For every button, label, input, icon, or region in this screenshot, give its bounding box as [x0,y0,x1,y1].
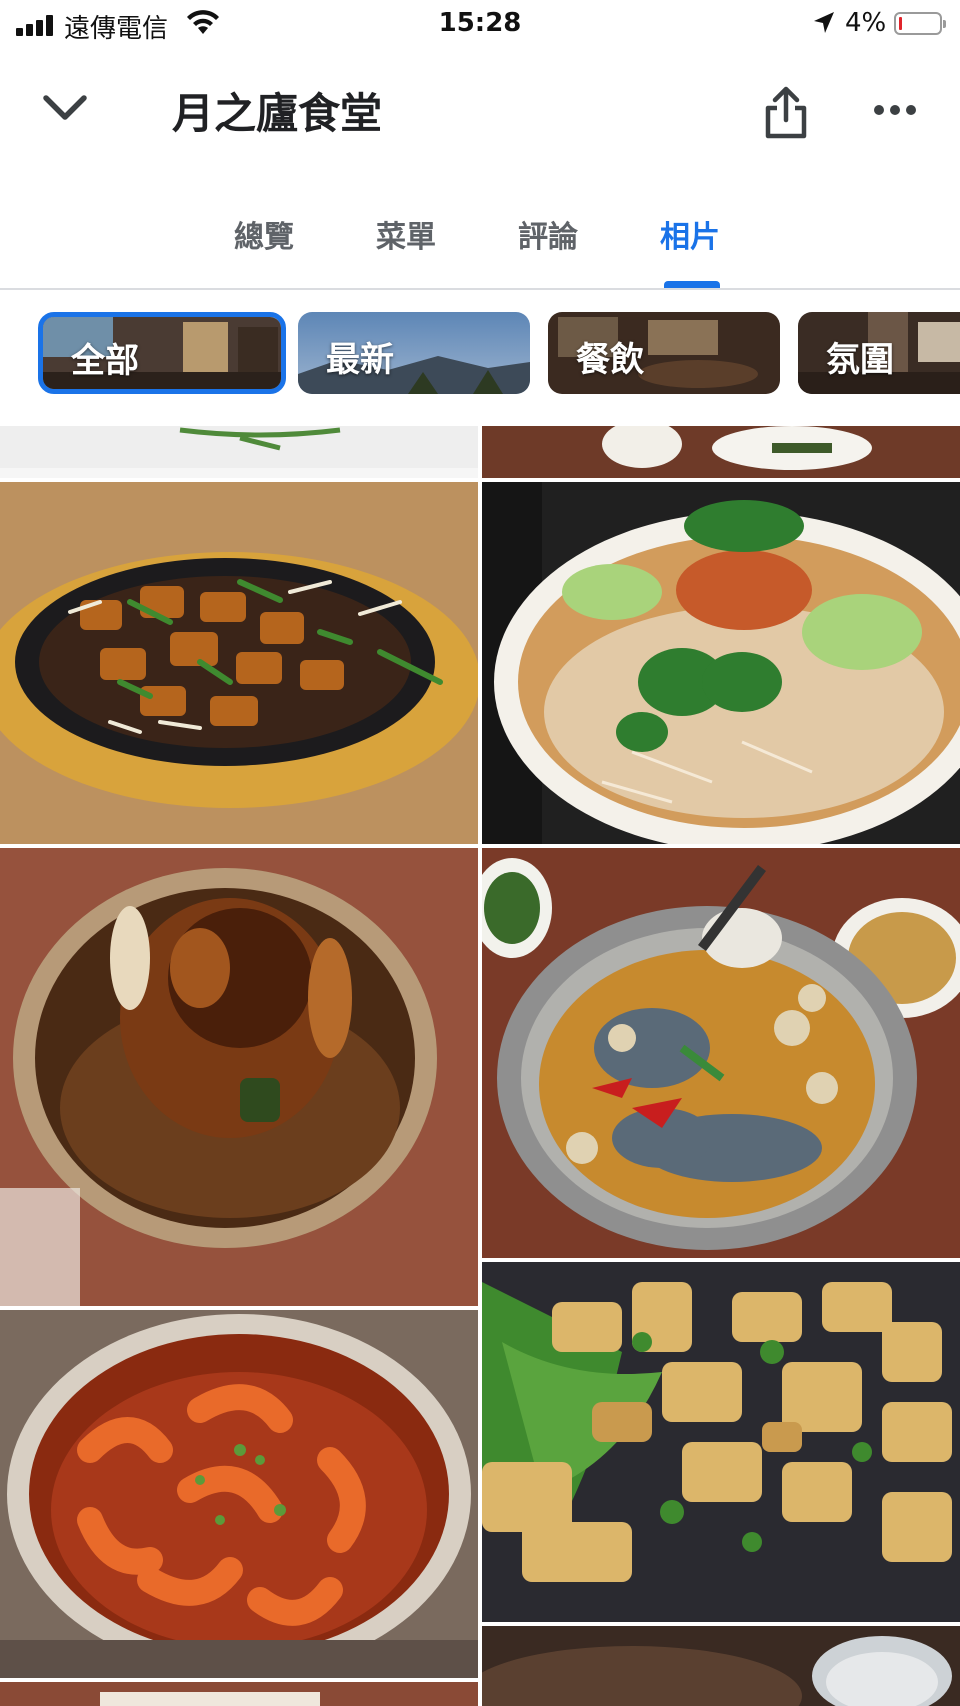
photo-grid [0,426,960,1706]
chevron-down-icon[interactable] [40,88,90,128]
status-bar: 遠傳電信 15:28 4% [0,0,960,50]
photo-tile[interactable] [482,848,960,1258]
battery-percent: 4% [845,8,887,38]
photo-tile-partial[interactable] [482,1626,960,1706]
photo-tile[interactable] [482,1262,960,1622]
chip-label: 餐飲 [576,340,644,380]
chip-latest[interactable]: 最新 [298,312,530,394]
tab-menu[interactable]: 菜單 [376,212,436,256]
chip-all[interactable]: 全部 [38,312,286,394]
more-icon[interactable] [870,98,920,122]
chip-food[interactable]: 餐飲 [548,312,780,394]
page-title: 月之廬食堂 [172,89,383,138]
chip-label: 全部 [71,341,139,381]
location-arrow-icon [814,12,834,33]
photo-tile[interactable] [0,848,478,1306]
tab-overview[interactable]: 總覽 [234,212,294,256]
tab-photos[interactable]: 相片 [660,212,720,256]
app-bar: 月之廬食堂 [0,50,960,170]
tab-bar: 總覽 菜單 評論 相片 [0,200,960,290]
photo-tile[interactable] [0,482,478,844]
photo-tile[interactable] [482,482,960,844]
tab-reviews[interactable]: 評論 [518,212,578,256]
active-tab-indicator [664,281,720,288]
chip-label: 氛圍 [826,340,894,380]
share-icon[interactable] [762,86,810,140]
photo-category-chips: 全部 最新 餐飲 氛圍 [0,296,960,426]
chip-label: 最新 [326,340,394,380]
battery-level [899,17,902,30]
battery-icon [894,12,946,35]
photo-tile-partial[interactable] [0,426,478,478]
photo-tile[interactable] [0,1310,478,1678]
chip-ambience[interactable]: 氛圍 [798,312,960,394]
photo-tile-partial[interactable] [0,1682,478,1706]
photo-tile-partial[interactable] [482,426,960,478]
